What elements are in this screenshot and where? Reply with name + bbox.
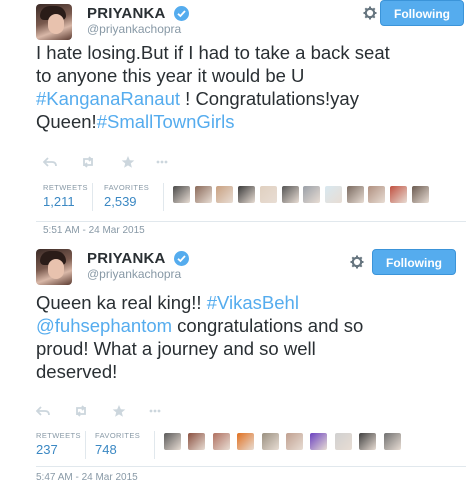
gear-icon[interactable] <box>350 255 364 269</box>
hashtag-link[interactable]: #VikasBehl <box>207 292 299 313</box>
divider <box>36 221 466 222</box>
favoriter-avatar[interactable] <box>173 186 190 203</box>
divider <box>36 466 466 467</box>
favoriter-avatar[interactable] <box>390 186 407 203</box>
tweet-text-segment: deserved! <box>36 361 118 382</box>
favoriter-avatar[interactable] <box>194 186 212 203</box>
retweets-label: RETWEETS <box>43 183 88 192</box>
tweet-timestamp[interactable]: 5:47 AM - 24 Mar 2015 <box>36 472 138 483</box>
verified-badge-icon <box>174 6 189 21</box>
gear-icon[interactable] <box>363 6 377 20</box>
favoriter-avatar[interactable] <box>238 186 256 203</box>
following-button[interactable]: Following <box>372 249 456 275</box>
favoriter-avatar[interactable] <box>216 186 234 203</box>
avatar[interactable] <box>36 4 72 40</box>
avatar[interactable] <box>36 249 72 285</box>
hashtag-link[interactable]: #SmallTownGirls <box>97 111 235 132</box>
hashtag-link[interactable]: @fuhsephantom <box>36 315 172 336</box>
reply-icon[interactable] <box>36 404 50 418</box>
favorites-label: FAVORITES <box>104 183 150 192</box>
favoriter-avatar[interactable] <box>188 433 206 450</box>
retweet-icon[interactable] <box>74 404 88 418</box>
tweet-timestamp[interactable]: 5:51 AM - 24 Mar 2015 <box>43 225 145 236</box>
favoriter-avatar[interactable] <box>346 186 364 203</box>
stat-divider <box>92 183 93 211</box>
retweet-icon[interactable] <box>81 155 95 169</box>
retweets-label: RETWEETS <box>36 431 81 440</box>
favoriter-avatar[interactable] <box>324 186 342 203</box>
tweet-text-segment: to anyone this year it would be U <box>36 65 305 86</box>
author-name[interactable]: PRIYANKA <box>87 250 166 267</box>
retweets-count[interactable]: 237 <box>36 442 58 457</box>
favoriter-avatar[interactable] <box>212 433 230 450</box>
favoriter-avatar[interactable] <box>383 433 401 450</box>
tweet-text: Queen ka real king!! #VikasBehl @fuhsepha… <box>36 291 466 383</box>
favoriter-avatar[interactable] <box>368 186 386 203</box>
star-icon[interactable] <box>112 404 126 418</box>
verified-badge-icon <box>174 251 189 266</box>
author-handle[interactable]: @priyankachopra <box>87 267 181 281</box>
retweets-count[interactable]: 1,211 <box>43 194 75 209</box>
favorites-count[interactable]: 748 <box>95 442 117 457</box>
stat-divider <box>154 431 155 459</box>
favoriter-avatar[interactable] <box>237 433 255 450</box>
favorites-count[interactable]: 2,539 <box>104 194 137 209</box>
favoriter-avatar[interactable] <box>334 433 352 450</box>
tweet-text-segment: Queen! <box>36 111 97 132</box>
tweet-text-segment: ! Congratulations!yay <box>180 88 359 109</box>
favoriter-avatar[interactable] <box>303 186 321 203</box>
favoriter-avatar[interactable] <box>286 433 303 450</box>
stat-divider <box>85 431 86 459</box>
favorites-label: FAVORITES <box>95 431 141 440</box>
favoriter-avatar[interactable] <box>281 186 299 203</box>
more-icon[interactable] <box>155 155 169 169</box>
star-icon[interactable] <box>121 155 135 169</box>
hashtag-link[interactable]: #KanganaRanaut <box>36 88 180 109</box>
tweet-text-segment: Queen ka real king!! <box>36 292 207 313</box>
following-button[interactable]: Following <box>380 0 464 26</box>
tweet-card: PRIYANKA @priyankachopra Following Queen… <box>0 245 476 490</box>
tweet-text: I hate losing.But if I had to take a bac… <box>36 41 466 133</box>
reply-icon[interactable] <box>43 155 57 169</box>
favoriter-avatar[interactable] <box>310 433 328 450</box>
favoriter-avatar[interactable] <box>164 433 181 450</box>
favoriter-avatar[interactable] <box>261 433 279 450</box>
tweet-card: PRIYANKA @priyankachopra Following I hat… <box>0 0 476 245</box>
tweet-text-segment: proud! What a journey and so well <box>36 338 316 359</box>
author-handle[interactable]: @priyankachopra <box>87 22 181 36</box>
favoriter-avatar[interactable] <box>359 433 377 450</box>
author-name[interactable]: PRIYANKA <box>87 5 166 22</box>
favoriter-avatar[interactable] <box>259 186 277 203</box>
stat-divider <box>163 183 164 211</box>
tweet-text-segment: I hate losing.But if I had to take a bac… <box>36 42 390 63</box>
favoriter-avatar[interactable] <box>411 186 429 203</box>
more-icon[interactable] <box>148 404 162 418</box>
tweet-text-segment: congratulations and so <box>172 315 364 336</box>
